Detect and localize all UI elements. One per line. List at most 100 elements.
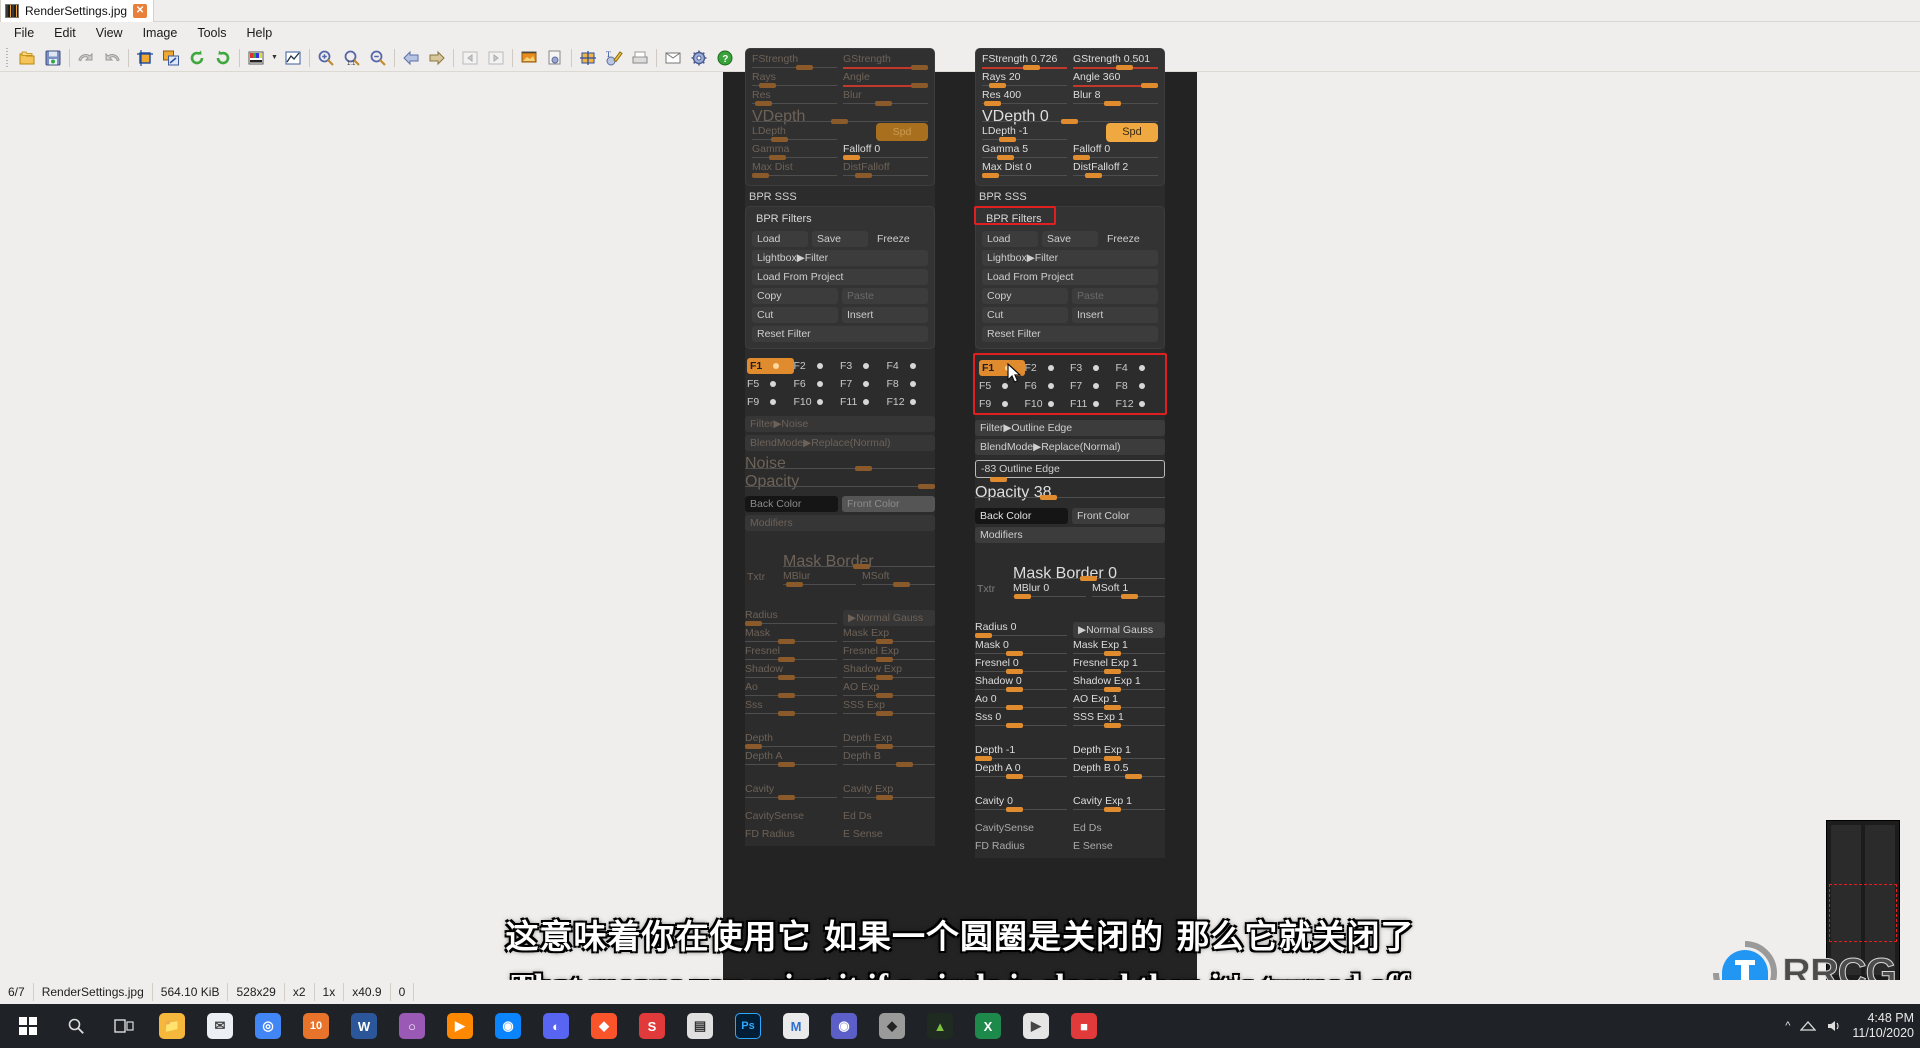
right-ldepth-slider[interactable]: LDepth -1 [982, 126, 1067, 143]
menu-file[interactable]: File [4, 24, 44, 42]
left-fkey-f6[interactable]: F6 [794, 376, 841, 392]
right-depth-a-slider[interactable]: Depth A 0 [975, 763, 1067, 780]
right-insert-button[interactable]: Insert [1072, 307, 1158, 323]
left-cut-button[interactable]: Cut [752, 307, 838, 323]
zoom-out-button[interactable] [365, 46, 391, 70]
taskbar-app-excel[interactable]: X [966, 1004, 1010, 1048]
zoom-actual-size-button[interactable]: 1:1 [339, 46, 365, 70]
right-filter-selector[interactable]: Filter▶Outline Edge [975, 420, 1165, 436]
redo-button[interactable] [99, 46, 125, 70]
right-save-button[interactable]: Save [1042, 231, 1098, 247]
taskbar-app-skype[interactable]: S [630, 1004, 674, 1048]
left-cavity-exp-slider[interactable]: Cavity Exp [843, 784, 935, 801]
left-opacity-slider[interactable]: Opacity [745, 473, 935, 490]
menu-help[interactable]: Help [237, 24, 283, 42]
right-mask-slider[interactable]: Mask 0 [975, 640, 1067, 657]
right-lightbox-filter-button[interactable]: Lightbox▶Filter [982, 250, 1158, 266]
right-sss-slider[interactable]: Sss 0 [975, 712, 1067, 729]
right-cavity-slider[interactable]: Cavity 0 [975, 796, 1067, 813]
left-normal-gauss-selector[interactable]: ▶Normal Gauss [843, 610, 935, 627]
left-fstrength-slider[interactable]: FStrength [752, 54, 837, 71]
right-depth-slider[interactable]: Depth -1 [975, 745, 1067, 762]
left-modifiers-button[interactable]: Modifiers [745, 515, 935, 531]
left-insert-button[interactable]: Insert [842, 307, 928, 323]
zoom-in-button[interactable] [313, 46, 339, 70]
left-distfalloff-slider[interactable]: DistFalloff [843, 162, 928, 179]
left-fresnel-exp-slider[interactable]: Fresnel Exp [843, 646, 935, 663]
left-load-button[interactable]: Load [752, 231, 808, 247]
right-freeze-button[interactable]: Freeze [1102, 231, 1158, 247]
right-fkey-f7[interactable]: F7 [1070, 378, 1116, 394]
network-icon[interactable] [1800, 1019, 1817, 1033]
first-image-button[interactable] [457, 46, 483, 70]
taskbar-app-firefox[interactable]: ◉ [486, 1004, 530, 1048]
right-fstrength-slider[interactable]: FStrength 0.726 [982, 54, 1067, 71]
left-shadow-exp-slider[interactable]: Shadow Exp [843, 664, 935, 681]
right-maxdist-slider[interactable]: Max Dist 0 [982, 162, 1067, 179]
left-depth-exp-slider[interactable]: Depth Exp [843, 733, 935, 750]
right-blendmode-selector[interactable]: BlendMode▶Replace(Normal) [975, 439, 1165, 455]
left-ldepth-slider[interactable]: LDepth [752, 126, 837, 143]
right-res-slider[interactable]: Res 400 [982, 90, 1067, 107]
right-mask-exp-slider[interactable]: Mask Exp 1 [1073, 640, 1165, 657]
left-noise-slider[interactable]: Noise [745, 455, 935, 472]
left-depth-slider[interactable]: Depth [745, 733, 837, 750]
print-button[interactable] [542, 46, 568, 70]
right-depth-b-slider[interactable]: Depth B 0.5 [1073, 763, 1165, 780]
taskbar-app-chrome[interactable]: ◎ [246, 1004, 290, 1048]
right-angle-slider[interactable]: Angle 360 [1073, 72, 1158, 89]
right-front-color-button[interactable]: Front Color [1072, 508, 1165, 524]
menu-image[interactable]: Image [133, 24, 188, 42]
left-sss-exp-slider[interactable]: SSS Exp [843, 700, 935, 717]
taskbar-app-media-player[interactable]: ▶ [1014, 1004, 1058, 1048]
right-load-from-project-button[interactable]: Load From Project [982, 269, 1158, 285]
right-ao-exp-slider[interactable]: AO Exp 1 [1073, 694, 1165, 711]
left-fkey-f4[interactable]: F4 [887, 358, 934, 374]
right-opacity-slider[interactable]: Opacity 38 [975, 484, 1165, 501]
left-gamma-slider[interactable]: Gamma [752, 144, 837, 161]
right-load-button[interactable]: Load [982, 231, 1038, 247]
right-mask-border-slider[interactable]: Mask Border 0 [1013, 565, 1165, 582]
previous-image-button[interactable] [398, 46, 424, 70]
left-mask-slider[interactable]: Mask [745, 628, 837, 645]
left-filter-selector[interactable]: Filter▶Noise [745, 416, 935, 432]
open-folder-button[interactable] [14, 46, 40, 70]
scanner-button[interactable] [627, 46, 653, 70]
right-fkey-f12[interactable]: F12 [1116, 396, 1162, 412]
undo-button[interactable] [73, 46, 99, 70]
left-rays-slider[interactable]: Rays [752, 72, 837, 89]
right-mblur-slider[interactable]: MBlur 0 [1013, 583, 1086, 600]
chevron-down-icon[interactable]: ▼ [269, 46, 280, 70]
left-copy-button[interactable]: Copy [752, 288, 838, 304]
rotate-cw-button[interactable] [210, 46, 236, 70]
right-fkey-f3[interactable]: F3 [1070, 360, 1116, 376]
fullscreen-button[interactable] [575, 46, 601, 70]
left-shadow-slider[interactable]: Shadow [745, 664, 837, 681]
right-shadow-exp-slider[interactable]: Shadow Exp 1 [1073, 676, 1165, 693]
rotate-ccw-button[interactable] [184, 46, 210, 70]
taskbar-app-file-explorer[interactable]: 📁 [150, 1004, 194, 1048]
toolbar-grip[interactable] [5, 47, 11, 68]
left-front-color-button[interactable]: Front Color [842, 496, 935, 512]
search-icon[interactable] [54, 1004, 98, 1048]
taskbar-app-mail[interactable]: ✉ [198, 1004, 242, 1048]
taskbar-app-zbrush[interactable]: ◆ [870, 1004, 914, 1048]
left-falloff-slider[interactable]: Falloff 0 [843, 144, 928, 161]
left-ao-slider[interactable]: Ao [745, 682, 837, 699]
taskbar-app-teams[interactable]: ◉ [822, 1004, 866, 1048]
right-depth-exp-slider[interactable]: Depth Exp 1 [1073, 745, 1165, 762]
left-load-from-project-button[interactable]: Load From Project [752, 269, 928, 285]
right-fkey-f2[interactable]: F2 [1025, 360, 1071, 376]
left-cavity-sense-slider[interactable]: CavitySense [745, 811, 837, 828]
left-fkey-f11[interactable]: F11 [840, 394, 887, 410]
taskbar-app-substance[interactable]: ▲ [918, 1004, 962, 1048]
taskbar-app-search[interactable]: ○ [390, 1004, 434, 1048]
right-radius-slider[interactable]: Radius 0 [975, 622, 1067, 639]
curves-button[interactable] [280, 46, 306, 70]
taskbar-app-discord[interactable]: ◐ [534, 1004, 578, 1048]
left-fkey-f9[interactable]: F9 [747, 394, 794, 410]
menu-tools[interactable]: Tools [187, 24, 236, 42]
left-fkey-f5[interactable]: F5 [747, 376, 794, 392]
right-fresnel-exp-slider[interactable]: Fresnel Exp 1 [1073, 658, 1165, 675]
chevron-up-icon[interactable]: ^ [1785, 1020, 1790, 1032]
